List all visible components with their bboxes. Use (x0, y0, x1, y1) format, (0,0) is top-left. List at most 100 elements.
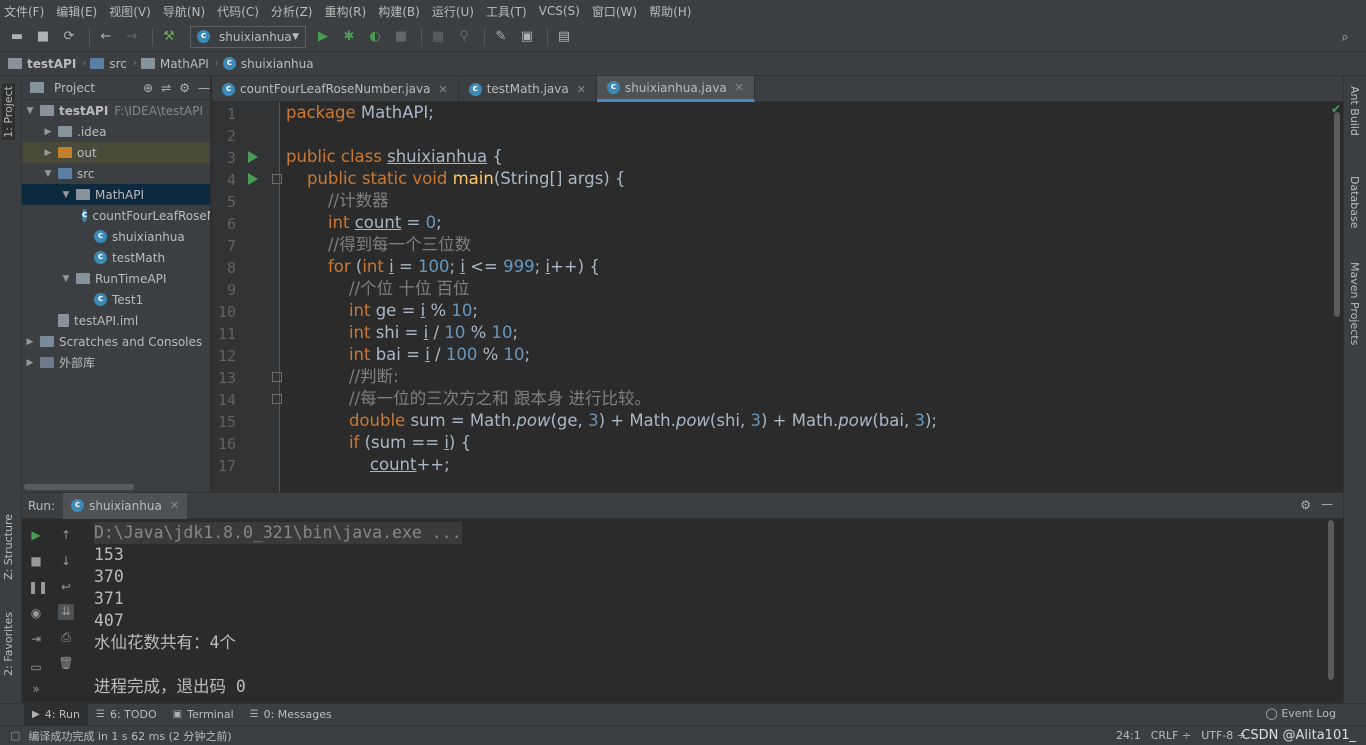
fold-marker-icon[interactable] (272, 174, 282, 184)
soft-wrap-icon[interactable]: ↩ (58, 580, 74, 596)
collapse-all-icon[interactable]: ⇌ (161, 81, 171, 95)
breadcrumb-item-package[interactable]: MathAPI › (140, 57, 219, 71)
menu-item[interactable]: 帮助(H) (649, 3, 691, 20)
console-output[interactable]: D:\Java\jdk1.8.0_321\bin\java.exe ... 153… (94, 520, 1334, 704)
gear-icon[interactable]: ⚙ (179, 81, 190, 95)
close-icon[interactable]: ✕ (438, 83, 447, 96)
bottom-tool-tab[interactable]: ☰ 0: Messages (242, 704, 340, 726)
menu-item[interactable]: VCS(S) (539, 4, 580, 18)
line-separator[interactable]: CRLF ÷ (1151, 729, 1192, 742)
scroll-thumb[interactable] (1334, 112, 1340, 317)
chevron-down-icon[interactable]: ▼ (60, 274, 72, 284)
fold-marker-icon[interactable] (272, 394, 282, 404)
tree-item[interactable]: ▼ RunTimeAPI (22, 268, 210, 289)
menu-item[interactable]: 构建(B) (378, 3, 420, 20)
editor-vertical-scrollbar[interactable] (1333, 102, 1341, 492)
bottom-tool-tab[interactable]: ☰ 6: TODO (88, 704, 165, 726)
tree-item[interactable]: ▶ Scratches and Consoles (22, 331, 210, 352)
menu-item[interactable]: 代码(C) (217, 3, 259, 20)
project-structure-icon[interactable]: ▦ (427, 26, 449, 48)
dump-threads-icon[interactable]: ◉ (28, 606, 44, 622)
chevron-right-icon[interactable]: ▶ (42, 148, 54, 158)
chevron-down-icon[interactable]: ▼ (42, 169, 54, 179)
menu-item[interactable]: 分析(Z) (271, 3, 313, 20)
back-icon[interactable]: ← (95, 26, 117, 48)
run-tab[interactable]: c shuixianhua ✕ (63, 492, 188, 519)
tree-item[interactable]: c testMath (22, 247, 210, 268)
exit-icon[interactable]: ⇥ (28, 632, 44, 648)
fold-marker-icon[interactable] (272, 372, 282, 382)
menu-item[interactable]: 工具(T) (486, 3, 527, 20)
debug-bug-icon[interactable]: ✱ (338, 26, 360, 48)
tree-item[interactable]: c shuixianhua (22, 226, 210, 247)
chevron-right-icon[interactable]: ▶ (24, 358, 36, 368)
tree-item[interactable]: ▶ out (22, 142, 210, 163)
run-gutter-icon[interactable] (248, 151, 258, 163)
tree-item[interactable]: ▼ MathAPI (22, 184, 210, 205)
settings-wrench-icon[interactable]: ✎ (490, 26, 512, 48)
gear-icon[interactable]: ⚙ (1300, 498, 1311, 512)
save-all-icon[interactable]: ■ (32, 26, 54, 48)
database-tool-tab[interactable]: Database (1348, 176, 1361, 229)
terminal-icon[interactable]: ▤ (553, 26, 575, 48)
menu-item[interactable]: 运行(U) (432, 3, 474, 20)
build-hammer-icon[interactable]: ⚒ (158, 26, 180, 48)
menu-item[interactable]: 文件(F) (4, 3, 44, 20)
scroll-to-end-icon[interactable]: ⇊ (58, 604, 74, 620)
chevron-down-icon[interactable]: ▼ (60, 190, 72, 200)
more-icon[interactable]: » (28, 682, 44, 698)
breadcrumb-item-project[interactable]: testAPI › (8, 57, 86, 71)
chevron-down-icon[interactable]: ▼ (24, 106, 36, 116)
bottom-tool-tab[interactable]: ▶ 4: Run (24, 703, 88, 726)
forward-icon[interactable]: → (121, 26, 143, 48)
structure-tool-tab[interactable]: Z: Structure (2, 514, 15, 580)
scroll-thumb[interactable] (1328, 520, 1334, 680)
project-horizontal-scrollbar[interactable] (22, 482, 211, 492)
attach-icon[interactable]: ⚲ (453, 26, 475, 48)
search-icon[interactable]: ⌕ (1334, 26, 1356, 48)
console-command-line[interactable]: D:\Java\jdk1.8.0_321\bin\java.exe ... (94, 522, 462, 544)
menu-item[interactable]: 导航(N) (163, 3, 205, 20)
tree-item[interactable]: c Test1 (22, 289, 210, 310)
tree-item[interactable]: c countFourLeafRoseNumber (22, 205, 210, 226)
run-gutter-icon[interactable] (248, 173, 258, 185)
arrow-down-icon[interactable]: ↓ (58, 554, 74, 570)
project-tool-tab[interactable]: 1: Project (2, 84, 15, 140)
breadcrumb-item-class[interactable]: c shuixianhua (222, 57, 314, 71)
stop-icon[interactable]: ■ (390, 26, 412, 48)
code-area[interactable]: package MathAPI; public class shuixianhu… (286, 102, 1326, 492)
project-settings-icon[interactable]: ▣ (516, 26, 538, 48)
favorites-tool-tab[interactable]: 2: Favorites (2, 612, 15, 676)
project-panel-title[interactable]: Project (54, 81, 135, 95)
close-icon[interactable]: ✕ (577, 83, 586, 96)
stop-icon[interactable]: ■ (28, 554, 44, 570)
tree-item[interactable]: testAPI.iml (22, 310, 210, 331)
editor-tab[interactable]: c shuixianhua.java ✕ (596, 76, 755, 102)
event-log-button[interactable]: ◯ Event Log (1266, 707, 1336, 720)
tree-item[interactable]: ▶ 外部库 (22, 352, 210, 373)
run-coverage-icon[interactable]: ◐ (364, 26, 386, 48)
minimize-icon[interactable]: — (198, 81, 210, 95)
chevron-right-icon[interactable]: ▶ (42, 127, 54, 137)
menu-item[interactable]: 窗口(W) (592, 3, 637, 20)
close-icon[interactable]: ✕ (170, 499, 179, 512)
file-encoding[interactable]: UTF-8 ÷ (1201, 729, 1246, 742)
run-icon[interactable]: ▶ (312, 26, 334, 48)
arrow-up-icon[interactable]: ↑ (58, 528, 74, 544)
minimize-icon[interactable]: — (1321, 497, 1333, 511)
sync-icon[interactable]: ⟳ (58, 26, 80, 48)
locate-target-icon[interactable]: ⊕ (143, 81, 153, 95)
rerun-icon[interactable]: ▶ (28, 528, 44, 544)
layout-icon[interactable]: ▭ (28, 660, 44, 676)
console-scrollbar[interactable] (1327, 520, 1335, 680)
menu-item[interactable]: 视图(V) (109, 3, 151, 20)
menu-item[interactable]: 重构(R) (325, 3, 367, 20)
pause-icon[interactable]: ❚❚ (28, 580, 48, 596)
tree-item[interactable]: ▼ src (22, 163, 210, 184)
caret-position[interactable]: 24:1 (1116, 729, 1141, 742)
scroll-thumb[interactable] (24, 484, 134, 490)
status-toggle-icon[interactable]: ▢ (10, 729, 20, 742)
open-folder-icon[interactable]: ▬ (6, 26, 28, 48)
breadcrumb-item-src[interactable]: src › (90, 57, 137, 71)
chevron-right-icon[interactable]: ▶ (24, 337, 36, 347)
